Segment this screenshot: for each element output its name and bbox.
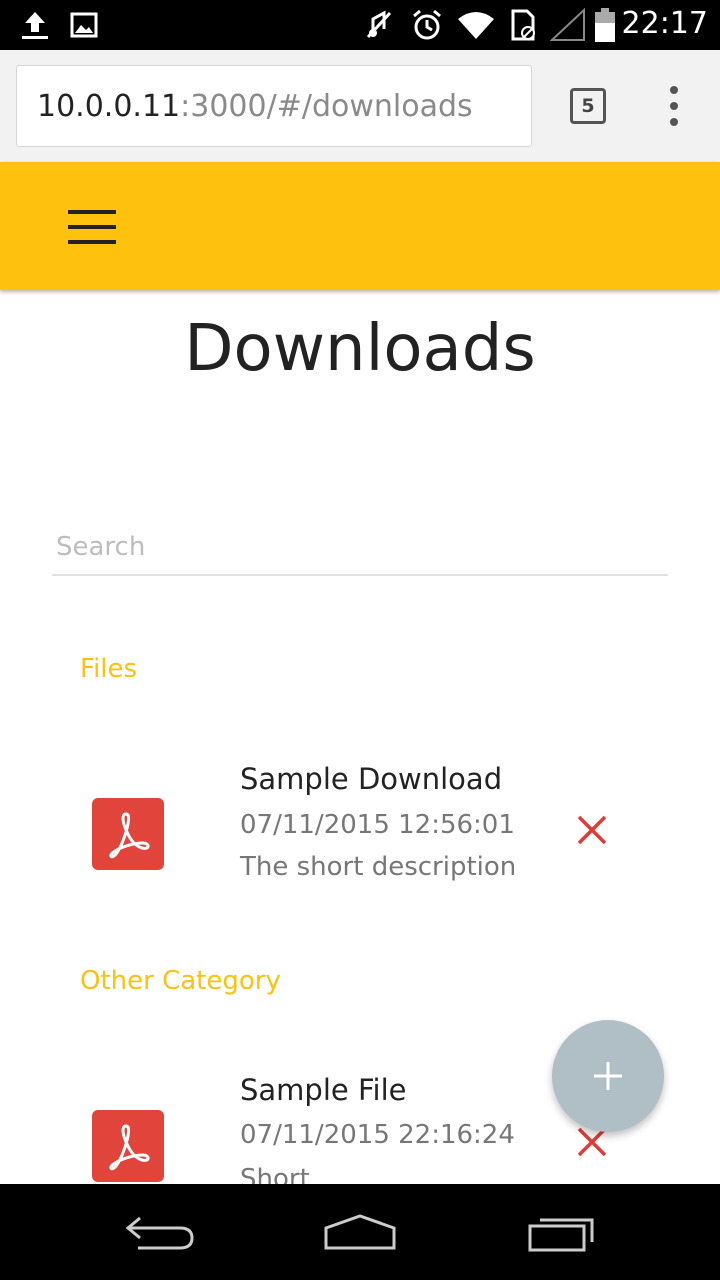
category-header-other: Other Category (80, 966, 281, 996)
url-host: 10.0.0.11 (37, 88, 181, 124)
file-title[interactable]: Sample Download (240, 762, 502, 796)
file-title[interactable]: Sample File (240, 1073, 406, 1107)
search-field (52, 520, 668, 576)
wifi-icon (456, 8, 496, 42)
hamburger-menu-icon[interactable] (68, 210, 116, 244)
more-vert-icon[interactable] (666, 86, 682, 126)
add-download-button[interactable] (552, 1020, 664, 1132)
url-path: :3000/#/downloads (180, 88, 473, 124)
pdf-icon (92, 1110, 164, 1182)
app-bar (0, 162, 720, 290)
status-time: 22:17 (621, 6, 708, 41)
image-icon (68, 8, 100, 42)
alarm-icon (410, 8, 444, 42)
url-bar[interactable]: 10.0.0.11:3000/#/downloads (16, 65, 532, 147)
back-icon[interactable] (122, 1210, 196, 1254)
file-date: 07/11/2015 22:16:24 (240, 1120, 515, 1150)
delete-icon[interactable] (574, 812, 610, 848)
file-date: 07/11/2015 12:56:01 (240, 810, 515, 840)
file-description: Short (240, 1164, 310, 1184)
status-bar: 22:17 (0, 0, 720, 50)
signal-icon (550, 8, 586, 42)
browser-toolbar: 10.0.0.11:3000/#/downloads 5 (0, 50, 720, 162)
page-title: Downloads (184, 312, 536, 386)
mute-icon (364, 8, 394, 42)
upload-icon (18, 8, 52, 42)
category-header-files: Files (80, 654, 138, 684)
tab-count: 5 (581, 95, 595, 117)
main-content: Downloads Files Sample Download 07/11/20… (0, 290, 720, 1184)
search-input[interactable] (52, 520, 668, 574)
tab-switcher-button[interactable]: 5 (570, 88, 606, 124)
system-nav-bar (0, 1184, 720, 1280)
file-description: The short description (240, 852, 517, 882)
home-icon[interactable] (322, 1210, 398, 1254)
recents-icon[interactable] (526, 1210, 598, 1254)
pdf-icon (92, 798, 164, 870)
battery-icon (594, 8, 616, 42)
sim-icon (508, 8, 538, 42)
plus-icon (594, 1062, 622, 1090)
